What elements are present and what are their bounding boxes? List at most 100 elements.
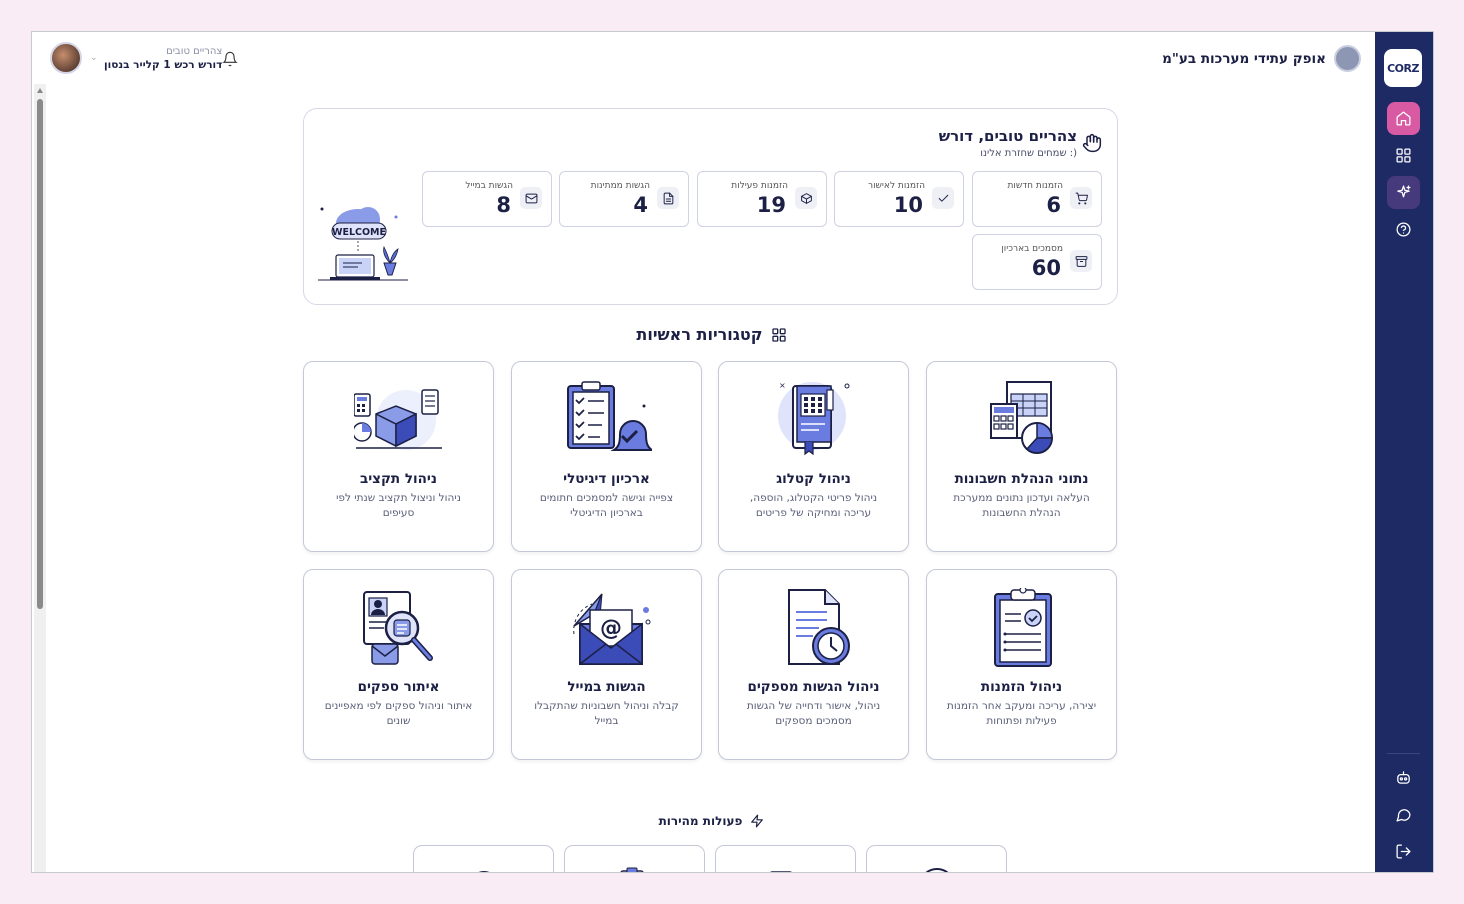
stat-value: 60: [1031, 256, 1061, 280]
scrollbar[interactable]: [34, 84, 46, 872]
document-icon: [657, 187, 679, 209]
welcome-card: צהריים טובים, דורש שמחים שחזרת אלינו :) …: [303, 108, 1118, 305]
category-description: צפייה וגישה למסמכים חתומים בארכיון הדיגי…: [539, 492, 674, 519]
grid-icon: [771, 327, 786, 342]
wave-hand-icon: [1082, 133, 1102, 153]
supplier-search-icon: [362, 591, 433, 665]
chevron-down-icon[interactable]: ⌄: [90, 53, 100, 63]
welcome-illustration-text: WELCOME: [332, 227, 386, 238]
mail-icon: [520, 187, 542, 209]
app-window: ⌄ צהריים טובים דורש רכש 1 קלייר בנסון או…: [31, 31, 1434, 873]
quick-action-support[interactable]: ?: [413, 845, 554, 872]
category-card-supplier-submissions[interactable]: ניהול הגשות מספקים ניהול, אישור ודחייה ש…: [718, 569, 909, 760]
category-description: קבלה וניהול חשבוניות שהתקבלו במייל: [534, 700, 679, 727]
quick-actions-title: פעולות מהירות: [658, 814, 743, 828]
home-icon[interactable]: [1387, 102, 1420, 135]
category-description: ניהול, אישור ודחייה של הגשות מסמכים מספק…: [746, 700, 881, 727]
box-icon: [795, 187, 817, 209]
category-title: ניהול הזמנות: [980, 679, 1063, 695]
quick-actions-header: פעולות מהירות: [46, 814, 1377, 828]
quick-action-mail-user[interactable]: [715, 845, 856, 872]
user-menu[interactable]: ⌄ צהריים טובים דורש רכש 1 קלייר בנסון: [50, 42, 222, 74]
stat-active-orders[interactable]: הזמנות פעילות 19: [697, 171, 827, 227]
svg-text:×: ×: [779, 381, 786, 390]
stat-email-submissions[interactable]: הגשות במייל 8: [422, 171, 552, 227]
category-description: ניהול וניצול תקציב שנתי לפי סעיפים: [336, 492, 461, 519]
main-content: צהריים טובים, דורש שמחים שחזרת אלינו :) …: [46, 85, 1377, 872]
logout-icon[interactable]: [1387, 835, 1420, 868]
help-icon[interactable]: [1387, 213, 1420, 246]
svg-text:@: @: [600, 616, 622, 641]
sparkles-icon[interactable]: [1387, 176, 1420, 209]
category-card-catalog[interactable]: × ניהול קטלוג ניהול פריטי הקטלוג, הוספה,…: [718, 361, 909, 552]
stat-value: 4: [633, 193, 648, 217]
grid-icon[interactable]: [1387, 139, 1420, 172]
welcome-subtitle: שמחים שחזרת אלינו :): [980, 148, 1077, 159]
category-card-digital-archive[interactable]: ארכיון דיגיטלי צפייה וגישה למסמכים חתומי…: [511, 361, 702, 552]
plus-circle-icon: [925, 868, 948, 872]
category-description: העלאה ועדכון נתונים ממערכת הנהלת החשבונו…: [953, 492, 1090, 519]
quick-action-add[interactable]: [866, 845, 1007, 872]
stat-pending-submissions[interactable]: הגשות ממתינות 4: [559, 171, 689, 227]
category-title: ניהול הגשות מספקים: [747, 679, 880, 695]
stat-new-orders[interactable]: הזמנות חדשות 6: [972, 171, 1102, 227]
category-description: ניהול פריטי הקטלוג, הוספה, עריכה ומחיקה …: [749, 492, 878, 519]
support-headset-icon: ?: [478, 871, 489, 872]
stat-label: הגשות ממתינות: [590, 181, 650, 191]
scrollbar-thumb[interactable]: [37, 99, 43, 609]
company-logo: [1334, 45, 1361, 72]
stat-label: הזמנות פעילות: [731, 181, 788, 191]
welcome-title: צהריים טובים, דורש: [938, 127, 1077, 145]
mail-user-icon: [769, 871, 792, 872]
category-card-accounting-data[interactable]: נתוני הנהלת חשבונות העלאה ועדכון נתונים …: [926, 361, 1117, 552]
budget-cube-icon: [353, 389, 442, 450]
stat-label: הזמנות חדשות: [1007, 181, 1063, 191]
category-title: איתור ספקים: [357, 679, 440, 695]
user-greeting: צהריים טובים: [166, 45, 223, 57]
company-header: אופק עתידי מערכות בע"מ: [1162, 45, 1361, 72]
categories-title: קטגוריות ראשיות: [636, 325, 763, 344]
stat-orders-for-approval[interactable]: הזמנות לאישור 10: [834, 171, 964, 227]
stat-value: 8: [496, 193, 511, 217]
category-title: ניהול תקציב: [359, 471, 438, 487]
sidebar: CORZ: [1375, 32, 1433, 872]
catalog-book-icon: ×: [777, 381, 849, 456]
cart-icon: [1070, 187, 1092, 209]
stat-archived-documents[interactable]: מסמכים בארכיון 60: [972, 234, 1102, 290]
clipboard-icon: [993, 588, 1052, 667]
user-name: דורש רכש 1 קלייר בנסון: [104, 58, 223, 71]
document-clock-icon: [787, 589, 850, 665]
stat-value: 10: [893, 193, 923, 217]
quick-action-clipboard-search[interactable]: [564, 845, 705, 872]
stat-label: הזמנות לאישור: [868, 181, 925, 191]
user-avatar[interactable]: [50, 42, 82, 74]
categories-header: קטגוריות ראשיות: [46, 325, 1377, 344]
spreadsheet-icon: [989, 381, 1053, 454]
stat-value: 6: [1046, 193, 1061, 217]
bell-icon[interactable]: [222, 51, 238, 67]
sidebar-divider: [1387, 753, 1420, 754]
category-description: יצירה, עריכה ומעקב אחר הזמנות פעילות ופת…: [946, 700, 1097, 727]
welcome-illustration: WELCOME: [318, 207, 408, 281]
category-card-supplier-search[interactable]: איתור ספקים איתור וניהול ספקים לפי מאפיי…: [303, 569, 494, 760]
company-name: אופק עתידי מערכות בע"מ: [1162, 50, 1326, 67]
category-title: נתוני הנהלת חשבונות: [954, 471, 1089, 487]
app-logo[interactable]: CORZ: [1384, 49, 1422, 87]
email-envelope-icon: @: [572, 593, 650, 665]
checklist-bell-icon: [566, 381, 652, 451]
lightning-icon: [751, 814, 764, 828]
chat-icon[interactable]: [1387, 798, 1420, 831]
category-title: ארכיון דיגיטלי: [563, 471, 650, 487]
category-title: ניהול קטלוג: [776, 471, 851, 487]
clipboard-search-icon: [619, 867, 644, 872]
scroll-up-arrow[interactable]: [37, 88, 43, 93]
bot-icon[interactable]: [1387, 761, 1420, 794]
top-bar: ⌄ צהריים טובים דורש רכש 1 קלייר בנסון או…: [32, 32, 1377, 85]
stat-label: הגשות במייל: [465, 181, 513, 191]
archive-icon: [1070, 250, 1092, 272]
stat-label: מסמכים בארכיון: [1001, 244, 1063, 254]
category-card-email-submissions[interactable]: @ הגשות במייל קבלה וניהול חשבוניות שהתקב…: [511, 569, 702, 760]
check-icon: [932, 187, 954, 209]
category-card-budget[interactable]: ניהול תקציב ניהול וניצול תקציב שנתי לפי …: [303, 361, 494, 552]
category-card-orders[interactable]: ניהול הזמנות יצירה, עריכה ומעקב אחר הזמנ…: [926, 569, 1117, 760]
